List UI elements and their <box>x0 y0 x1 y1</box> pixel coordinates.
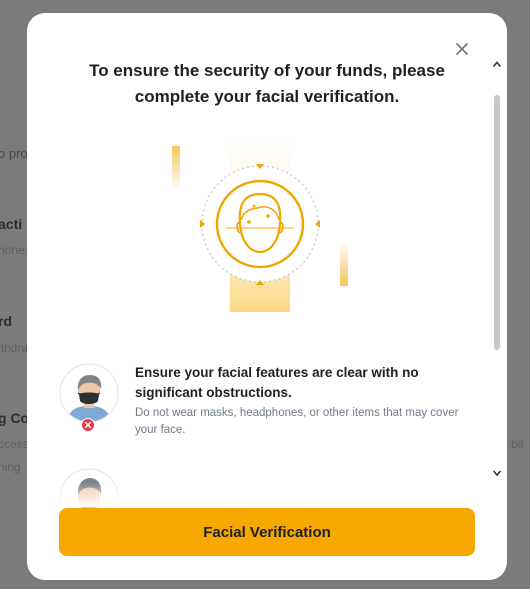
masked-person-icon <box>59 363 119 423</box>
tip-description: Do not wear masks, headphones, or other … <box>135 407 459 436</box>
error-x-icon <box>81 418 95 432</box>
scroll-fade <box>27 483 507 507</box>
facial-verification-modal: To ensure the security of your funds, pl… <box>27 13 507 580</box>
scrollbar-thumb[interactable] <box>494 95 500 350</box>
close-button[interactable] <box>452 39 472 59</box>
background-text: bit <box>511 437 524 451</box>
background-text: ithdra <box>0 341 29 355</box>
modal-title: To ensure the security of your funds, pl… <box>89 61 445 106</box>
tip-title: Ensure your facial features are clear wi… <box>135 365 419 400</box>
background-text: o pro <box>0 146 28 161</box>
background-text: ccess <box>0 437 29 451</box>
facial-verification-button[interactable]: Facial Verification <box>59 508 475 556</box>
background-text: hone <box>0 243 25 257</box>
background-text: acti <box>0 216 23 232</box>
background-text: ning <box>0 460 21 474</box>
background-text: rd <box>0 313 12 329</box>
face-scan-icon <box>172 136 348 312</box>
chevron-down-icon[interactable] <box>492 468 502 478</box>
background-text: g Co <box>0 410 30 426</box>
close-icon <box>456 43 468 55</box>
chevron-up-icon[interactable] <box>492 59 502 69</box>
tip-item: Ensure your facial features are clear wi… <box>57 363 477 443</box>
